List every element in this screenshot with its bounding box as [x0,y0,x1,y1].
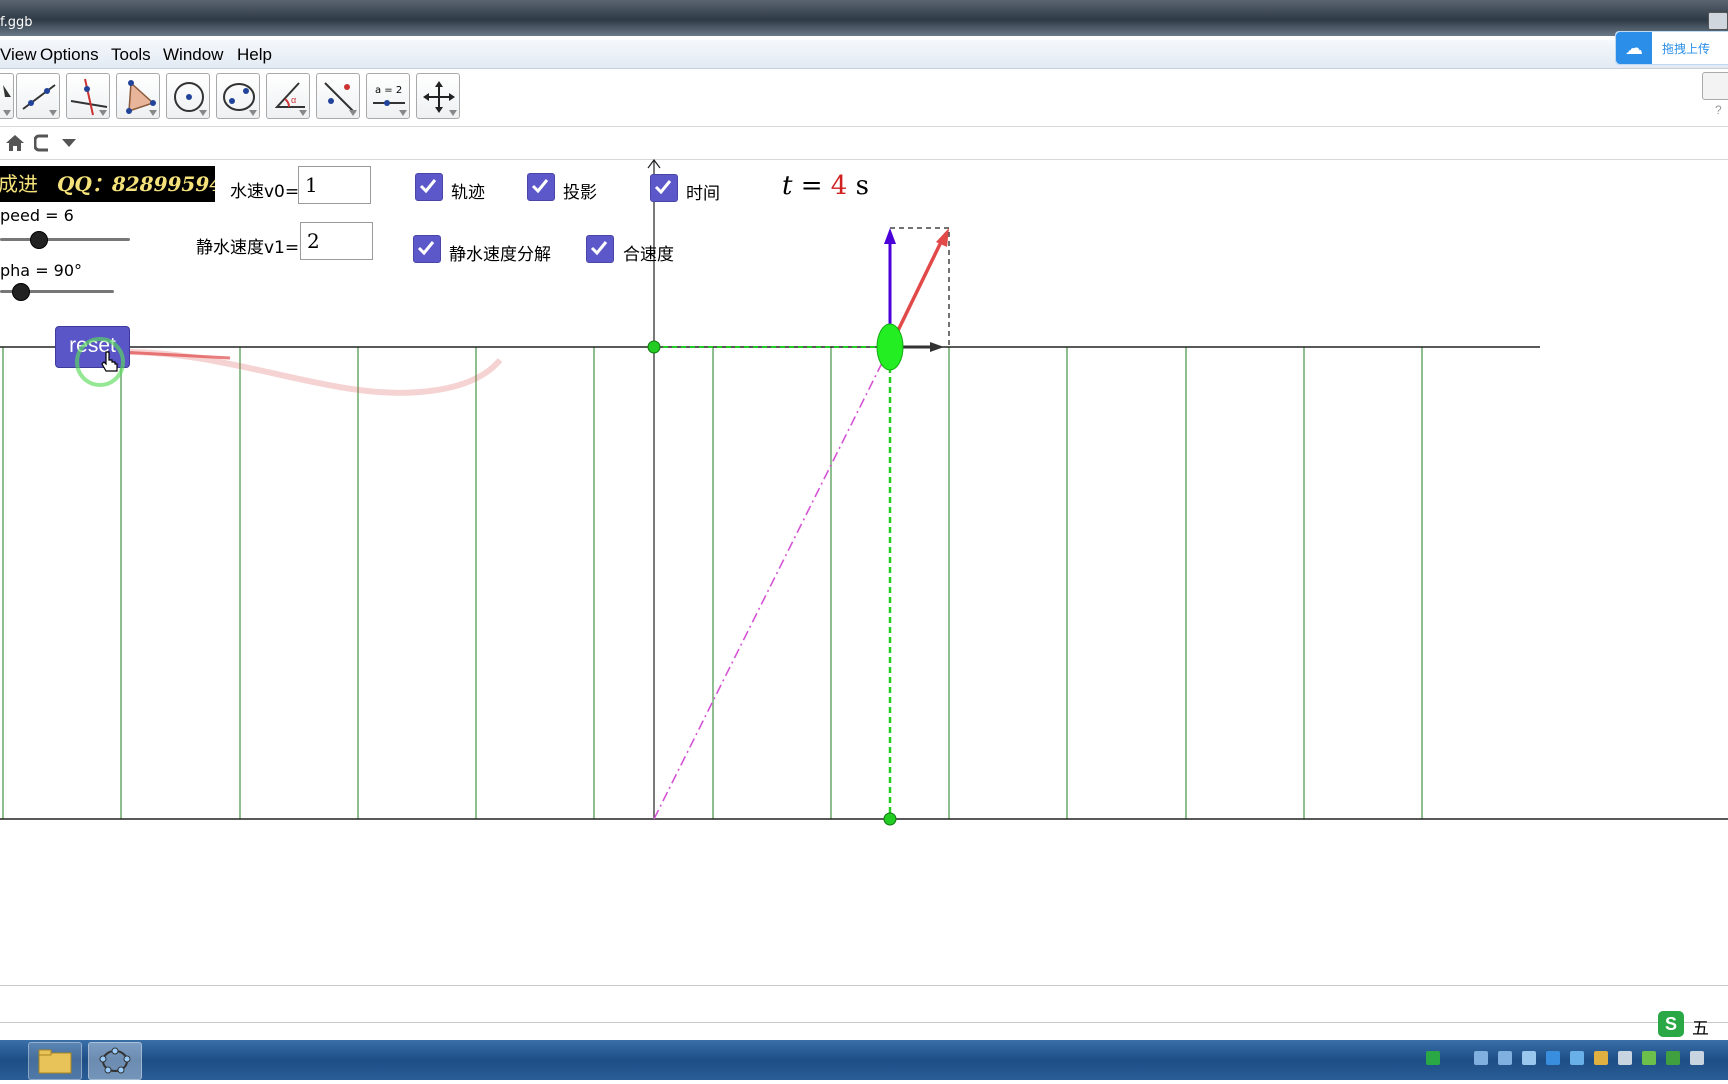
still-water-decomposition-label: 静水速度分解 [449,245,551,265]
tray-speaker-icon[interactable] [1690,1051,1704,1065]
resultant-velocity-checkbox[interactable] [586,235,614,263]
author-banner: 成进 QQ：82899594 [0,166,215,202]
trajectory-checkbox-label: 轨迹 [451,183,485,203]
file-explorer-button[interactable] [28,1042,82,1080]
checkmark-icon [419,179,437,194]
tray-qq-icon[interactable] [1594,1051,1608,1065]
ime-mode-label: 五 [1692,1019,1709,1039]
cursor-trail [119,348,503,396]
banner-qq-text: QQ：82899594 [57,172,215,196]
tray-app-icon[interactable] [1546,1051,1560,1065]
time-checkbox-label: 时间 [686,184,720,204]
time-display: t = 4 s [782,171,869,201]
v1-input[interactable]: 2 [300,222,373,260]
tray-update-icon[interactable] [1570,1051,1584,1065]
tray-crop-icon[interactable] [1498,1051,1512,1065]
checkmark-icon [590,241,608,256]
projection-point[interactable] [883,812,897,826]
geogebra-taskbar-button[interactable] [88,1042,142,1080]
boat-point[interactable] [876,323,904,371]
input-bar[interactable] [0,985,1728,1023]
sogou-icon: S [1658,1011,1684,1037]
time-variable: t [782,171,793,201]
v1-label: 静水速度v1= [196,238,300,258]
tray-cloud-icon[interactable] [1522,1051,1536,1065]
alpha-slider-label: pha = 90° [0,261,83,280]
checkmark-icon [531,179,549,194]
tray-sogou-icon[interactable] [1426,1051,1440,1065]
time-unit: s [847,171,869,201]
alpha-slider-handle[interactable] [12,283,30,301]
taskbar [0,1040,1728,1080]
tray-battery-icon[interactable] [1642,1051,1656,1065]
banner-left-text: 成进 [0,172,38,196]
hand-cursor-icon [101,351,118,372]
checkmark-icon [654,180,672,195]
time-equals: = [792,171,831,201]
time-checkbox[interactable] [650,174,678,202]
time-value: 4 [830,171,848,201]
speed-slider-label: peed = 6 [0,206,74,225]
checkmark-icon [417,241,435,256]
still-water-decomposition-checkbox[interactable] [413,235,441,263]
speed-slider-track[interactable] [0,238,130,241]
tray-volume-icon[interactable] [1618,1051,1632,1065]
folder-icon [38,1049,72,1074]
projection-checkbox-label: 投影 [563,183,597,203]
boat-trajectory [653,346,891,820]
v0-input[interactable]: 1 [298,166,371,204]
resultant-velocity-label: 合速度 [623,245,674,265]
v0-label: 水速v0= [230,182,300,202]
tray-network-icon[interactable] [1474,1051,1488,1065]
ime-indicator[interactable]: S 五 [1658,1011,1728,1039]
river-grid-lines [2,347,1423,819]
graphics-view[interactable] [0,0,1728,985]
geogebra-icon [99,1047,131,1074]
speed-slider-handle[interactable] [30,231,48,249]
projection-checkbox[interactable] [527,173,555,201]
trajectory-checkbox[interactable] [415,173,443,201]
tray-gpu-icon[interactable] [1666,1051,1680,1065]
origin-point[interactable] [647,340,661,354]
